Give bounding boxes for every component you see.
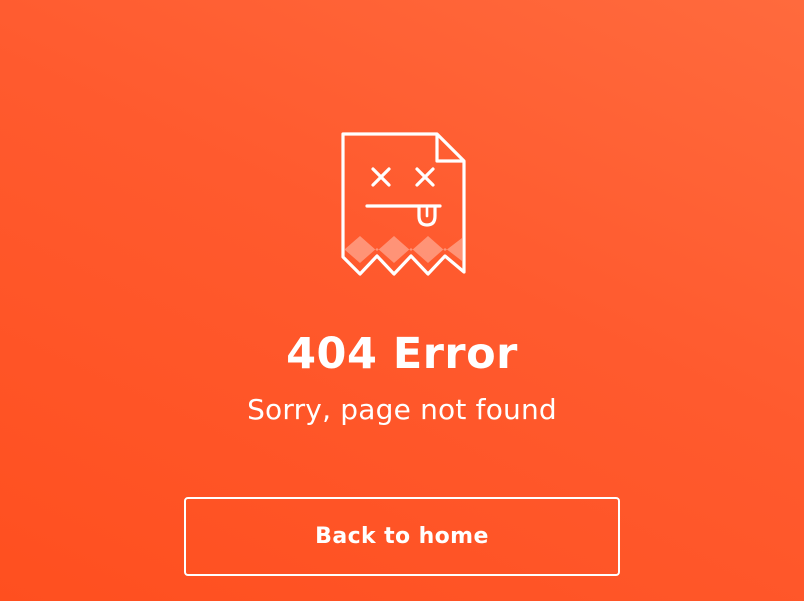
error-title: 404 Error (286, 329, 518, 379)
back-to-home-button[interactable]: Back to home (184, 497, 620, 576)
error-message: Sorry, page not found (247, 393, 557, 426)
error-page: 404 Error Sorry, page not found Back to … (0, 0, 804, 601)
broken-page-ghost-icon (336, 128, 470, 284)
